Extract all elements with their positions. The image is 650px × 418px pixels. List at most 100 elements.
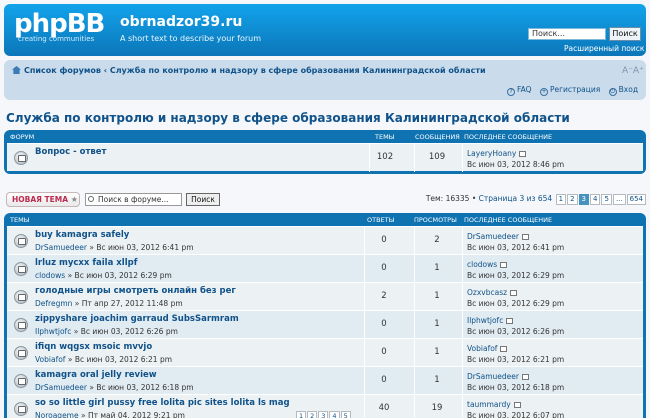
view-latest-post-icon[interactable] bbox=[519, 151, 527, 157]
column-divider bbox=[462, 311, 463, 339]
page-link[interactable]: 4 bbox=[590, 194, 601, 205]
topic-page-link[interactable]: 4 bbox=[329, 411, 340, 418]
topic-replies: 0 bbox=[381, 375, 387, 385]
last-post-user[interactable]: Vobiafof bbox=[467, 344, 497, 353]
topic-replies: 0 bbox=[381, 347, 387, 357]
topic-author[interactable]: Ilphwtjofc bbox=[35, 327, 71, 336]
topic-author[interactable]: Defregmn bbox=[35, 299, 72, 308]
last-post-date: Вс июн 03, 2012 6:29 pm bbox=[467, 299, 565, 308]
topic-replies: 2 bbox=[381, 291, 387, 301]
page-link[interactable]: 2 bbox=[567, 194, 578, 205]
topic-row[interactable]: ifiqn wqgsx msoic mvvjo Vobiafof » Вс июн… bbox=[7, 338, 643, 367]
topic-read-icon bbox=[14, 374, 28, 388]
faq-link[interactable]: ? FAQ bbox=[507, 85, 532, 96]
last-post-user[interactable]: DrSamuedeer bbox=[467, 372, 519, 381]
last-post-user[interactable]: LayeryHoany bbox=[467, 149, 516, 158]
font-size-toggle[interactable]: A⁻A⁺ bbox=[622, 66, 644, 76]
topic-page-link[interactable]: 2 bbox=[307, 411, 318, 418]
topic-title[interactable]: zippyshare joachim garraud SubsSarmram bbox=[35, 314, 239, 324]
advanced-search-link[interactable]: Расширенный поиск bbox=[564, 44, 644, 53]
forum-posts-count: 109 bbox=[428, 152, 446, 162]
topic-last-post: Ilphwtjofc Вс июн 03, 2012 6:26 pm bbox=[467, 315, 564, 337]
forum-read-icon bbox=[14, 151, 28, 165]
forum-row[interactable]: Вопрос - ответ 102 109 LayeryHoany Вс ию… bbox=[7, 143, 643, 172]
topic-page-link[interactable]: 3 bbox=[318, 411, 329, 418]
topic-views: 1 bbox=[434, 375, 440, 385]
search-input[interactable]: Поиск... bbox=[528, 28, 606, 40]
view-latest-post-icon[interactable] bbox=[513, 402, 521, 408]
forum-search-input[interactable]: Поиск в форуме... bbox=[85, 193, 182, 206]
topic-row[interactable]: голодные игры смотреть онлайн без рег Def… bbox=[7, 282, 643, 311]
topic-read-icon bbox=[14, 290, 28, 304]
topic-row[interactable]: buy kamagra safely DrSamuedeer » Вс июн 0… bbox=[7, 226, 643, 255]
login-label: Вход bbox=[618, 85, 638, 94]
topic-row[interactable]: kamagra oral jelly review DrSamuedeer » В… bbox=[7, 366, 643, 395]
topic-row[interactable]: zippyshare joachim garraud SubsSarmram Il… bbox=[7, 310, 643, 339]
topic-page-link[interactable]: 1 bbox=[296, 411, 307, 418]
phpbb-logo[interactable]: phpBB creating communities bbox=[14, 10, 110, 50]
topic-title[interactable]: lrluz mycxx faila xllpf bbox=[35, 258, 137, 268]
new-topic-label: НОВАЯ ТЕМА bbox=[12, 195, 69, 204]
topic-date: » Вс июн 03, 2012 6:29 pm bbox=[67, 271, 172, 280]
view-latest-post-icon[interactable] bbox=[521, 234, 529, 240]
page-link[interactable]: 5 bbox=[601, 194, 612, 205]
pagination: Тем: 16335 • Страница 3 из 654 1 2 3 4 5... 6… bbox=[426, 194, 646, 205]
last-post-user[interactable]: Ilphwtjofc bbox=[467, 316, 503, 325]
topic-author[interactable]: Vobiafof bbox=[35, 355, 65, 364]
new-topic-button[interactable]: НОВАЯ ТЕМА ★ bbox=[6, 192, 80, 207]
topic-title[interactable]: kamagra oral jelly review bbox=[35, 370, 157, 380]
view-latest-post-icon[interactable] bbox=[510, 290, 518, 296]
topic-title[interactable]: so so little girl pussy free lolita pic … bbox=[35, 398, 290, 408]
column-divider bbox=[414, 227, 415, 255]
topic-row[interactable]: lrluz mycxx faila xllpf clodows » Вс июн … bbox=[7, 254, 643, 283]
topic-author[interactable]: Noroageme bbox=[35, 411, 79, 418]
column-divider bbox=[414, 255, 415, 283]
last-post-user[interactable]: taummardy bbox=[467, 400, 511, 409]
site-title[interactable]: obrnadzor39.ru bbox=[120, 14, 242, 30]
topics-count: Тем: 16335 bbox=[425, 194, 470, 203]
topic-views: 1 bbox=[434, 347, 440, 357]
page-info[interactable]: Страница 3 из 654 bbox=[479, 194, 553, 203]
last-post-date: Вс июн 03, 2012 6:07 pm bbox=[467, 411, 565, 418]
header-posts: СООБЩЕНИЯ bbox=[415, 133, 460, 141]
page-link[interactable]: 1 bbox=[555, 194, 567, 205]
last-post-date: Вс июн 03, 2012 6:26 pm bbox=[467, 327, 565, 336]
power-icon: ⏻ bbox=[608, 88, 617, 96]
last-post-user[interactable]: clodows bbox=[467, 260, 497, 269]
topic-title[interactable]: ifiqn wqgsx msoic mvvjo bbox=[35, 342, 152, 352]
topic-author[interactable]: DrSamuedeer bbox=[35, 383, 87, 392]
header-last-post: ПОСЛЕДНЕЕ СООБЩЕНИЕ bbox=[464, 216, 553, 224]
search-button[interactable]: Поиск bbox=[609, 27, 641, 41]
topic-last-post: taummardy Вс июн 03, 2012 6:07 pm bbox=[467, 399, 564, 418]
breadcrumb-home[interactable]: Список форумов bbox=[24, 66, 101, 75]
view-latest-post-icon[interactable] bbox=[500, 262, 508, 268]
topic-page-link[interactable]: 5 bbox=[340, 411, 351, 418]
topic-meta: clodows » Вс июн 03, 2012 6:29 pm bbox=[35, 271, 172, 280]
topic-views: 1 bbox=[434, 263, 440, 273]
last-post-user[interactable]: Ozxvbcasz bbox=[467, 288, 507, 297]
page-title[interactable]: Служба по контролю и надзору в сфере обр… bbox=[6, 111, 570, 125]
topic-read-icon bbox=[14, 346, 28, 360]
register-link[interactable]: + Регистрация bbox=[539, 85, 600, 96]
topic-row[interactable]: so so little girl pussy free lolita pic … bbox=[7, 394, 643, 418]
page-link[interactable]: 654 bbox=[626, 194, 646, 205]
view-latest-post-icon[interactable] bbox=[500, 346, 508, 352]
view-latest-post-icon[interactable] bbox=[521, 374, 529, 380]
column-divider bbox=[462, 255, 463, 283]
forum-search-button[interactable]: Поиск bbox=[186, 193, 220, 206]
column-divider bbox=[414, 283, 415, 311]
column-divider bbox=[414, 144, 415, 172]
forum-title[interactable]: Вопрос - ответ bbox=[35, 147, 106, 157]
topic-last-post: Vobiafof Вс июн 03, 2012 6:21 pm bbox=[467, 343, 564, 365]
topic-title[interactable]: голодные игры смотреть онлайн без рег bbox=[35, 286, 236, 296]
login-link[interactable]: ⏻ Вход bbox=[608, 85, 638, 96]
breadcrumb-forum[interactable]: Служба по контролю и надзору в сфере обр… bbox=[110, 66, 486, 75]
view-latest-post-icon[interactable] bbox=[506, 318, 514, 324]
topic-author[interactable]: clodows bbox=[35, 271, 65, 280]
topic-author[interactable]: DrSamuedeer bbox=[35, 243, 87, 252]
topic-title[interactable]: buy kamagra safely bbox=[35, 230, 129, 240]
last-post-user[interactable]: DrSamuedeer bbox=[467, 232, 519, 241]
topic-last-post: DrSamuedeer Вс июн 03, 2012 6:41 pm bbox=[467, 231, 564, 253]
page-link[interactable]: 3 bbox=[578, 194, 589, 205]
column-divider bbox=[414, 367, 415, 395]
